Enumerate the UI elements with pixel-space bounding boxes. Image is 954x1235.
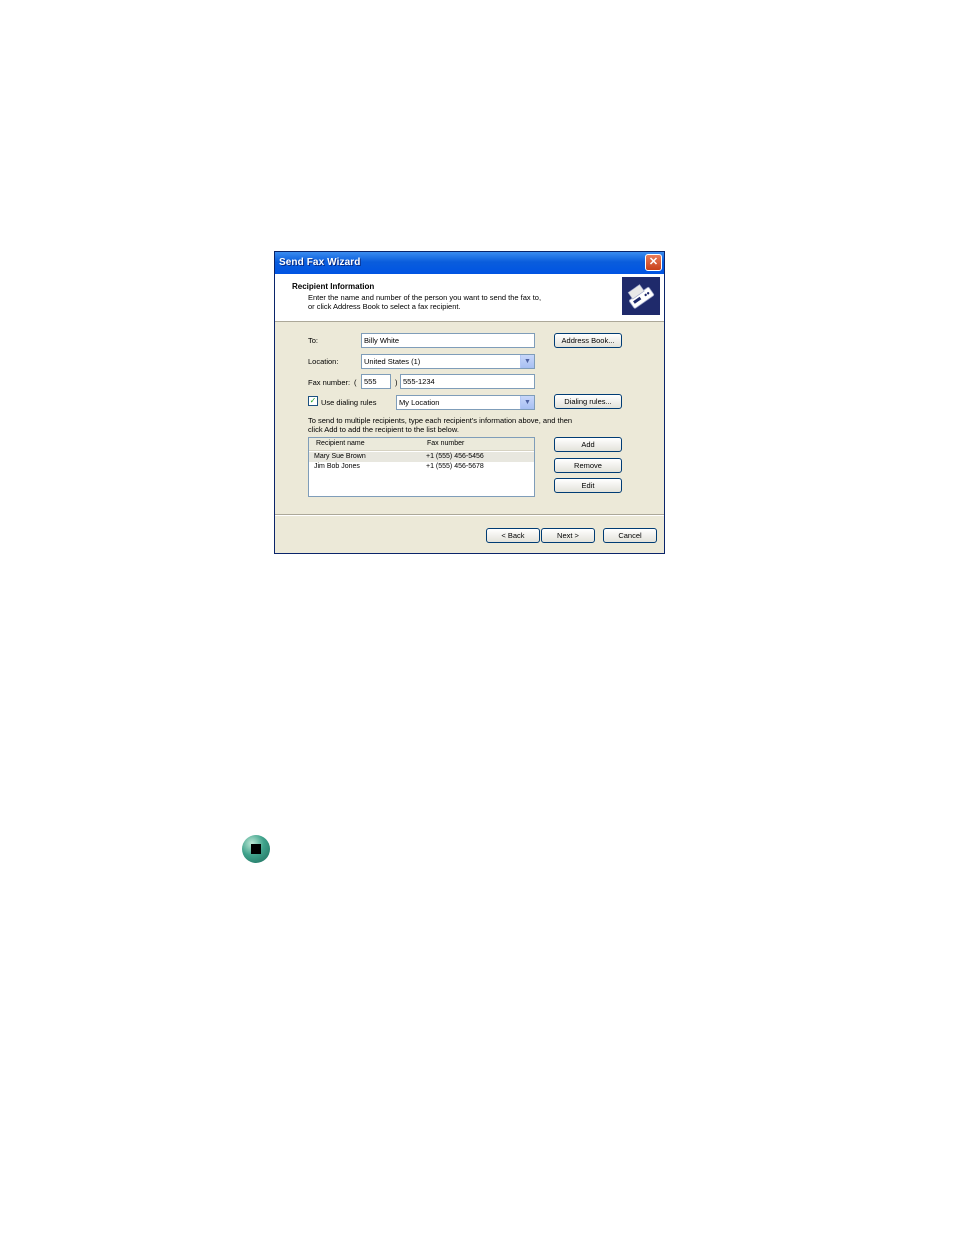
to-label: To: (308, 336, 319, 345)
use-dialing-rules-label: Use dialing rules (321, 398, 377, 407)
fax-machine-icon (622, 277, 660, 315)
area-code-open-paren: ( (354, 378, 357, 387)
location-select[interactable]: United States (1) ▼ (361, 354, 535, 369)
column-header-recipient-name[interactable]: Recipient name (316, 440, 365, 447)
fax-number-field[interactable] (400, 374, 535, 389)
back-button[interactable]: < Back (486, 528, 540, 543)
recipient-fax: +1 (555) 456-5456 (426, 453, 484, 460)
header-description-line-1: Enter the name and number of the person … (308, 293, 542, 302)
dialing-rules-button[interactable]: Dialing rules... (554, 394, 622, 409)
area-code-field[interactable] (361, 374, 391, 389)
dialing-location-select[interactable]: My Location ▼ (396, 395, 535, 410)
recipient-name: Mary Sue Brown (314, 453, 366, 460)
fax-number-label: Fax number: (308, 378, 351, 387)
next-button[interactable]: Next > (541, 528, 595, 543)
use-dialing-rules-checkbox[interactable]: ✓ (308, 396, 318, 406)
stop-square-icon (251, 844, 261, 854)
stop-bullet-icon (242, 835, 270, 863)
remove-button[interactable]: Remove (554, 458, 622, 473)
multi-recipient-note: To send to multiple recipients, type eac… (308, 416, 572, 434)
dialing-location-value: My Location (399, 398, 440, 407)
footer-divider (275, 514, 664, 516)
location-value: United States (1) (364, 357, 421, 366)
location-label: Location: (308, 357, 339, 366)
recipient-fax: +1 (555) 456-5678 (426, 463, 484, 470)
header-title: Recipient Information (292, 282, 375, 291)
window-title: Send Fax Wizard (279, 257, 361, 268)
column-header-fax-number[interactable]: Fax number (427, 440, 464, 447)
recipient-name: Jim Bob Jones (314, 463, 360, 470)
chevron-down-icon[interactable]: ▼ (520, 355, 534, 368)
recipient-list[interactable]: Recipient name Fax number Mary Sue Brown… (308, 437, 535, 497)
wizard-header: Recipient Information Enter the name and… (275, 274, 664, 322)
to-field[interactable] (361, 333, 535, 348)
add-button[interactable]: Add (554, 437, 622, 452)
chevron-down-icon[interactable]: ▼ (520, 396, 534, 409)
edit-button[interactable]: Edit (554, 478, 622, 493)
multi-recipient-note-line-2: click Add to add the recipient to the li… (308, 425, 459, 434)
address-book-button[interactable]: Address Book... (554, 333, 622, 348)
cancel-button[interactable]: Cancel (603, 528, 657, 543)
header-description-line-2: or click Address Book to select a fax re… (308, 302, 461, 311)
area-code-close-paren: ) (395, 378, 398, 387)
header-description: Enter the name and number of the person … (308, 293, 598, 311)
title-bar[interactable]: Send Fax Wizard ✕ (275, 252, 664, 274)
close-button[interactable]: ✕ (645, 254, 662, 271)
list-item[interactable]: Mary Sue Brown +1 (555) 456-5456 (309, 452, 534, 462)
recipient-list-header: Recipient name Fax number (309, 438, 534, 451)
list-item[interactable]: Jim Bob Jones +1 (555) 456-5678 (309, 462, 534, 472)
close-icon: ✕ (648, 256, 659, 268)
multi-recipient-note-line-1: To send to multiple recipients, type eac… (308, 416, 573, 425)
send-fax-wizard-dialog: Send Fax Wizard ✕ Recipient Information … (274, 251, 665, 554)
